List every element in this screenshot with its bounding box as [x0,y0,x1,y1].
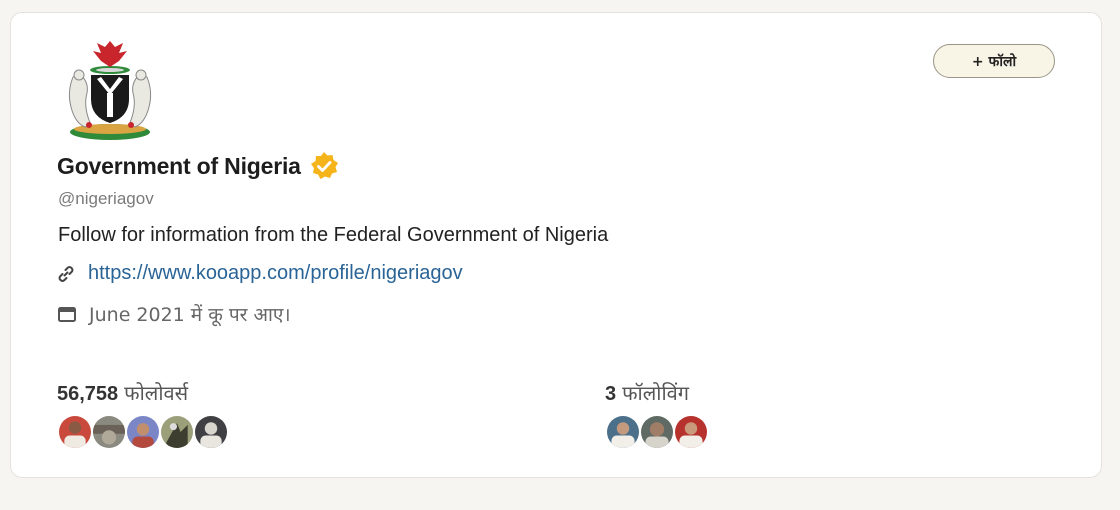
followers-stat[interactable]: 56,758 फोलोवर्स [57,379,188,406]
followers-label: फोलोवर्स [124,381,189,405]
followers-count: 56,758 [57,383,119,405]
follower-avatar[interactable] [125,414,161,450]
follow-button[interactable]: + फॉलो [933,44,1055,78]
following-stat[interactable]: 3 फॉलोविंग [605,379,689,406]
joined-date: June 2021 में कू पर आए। [89,304,291,326]
profile-website-link[interactable]: https://www.kooapp.com/profile/nigeriago… [88,262,463,285]
profile-handle: @nigeriagov [58,189,154,208]
follower-avatar[interactable] [57,414,93,450]
following-avatar[interactable] [639,414,675,450]
profile-card: + फॉलो Government of Nigeria @nigeriagov… [10,12,1102,478]
following-label: फॉलोविंग [622,381,690,405]
follower-avatar[interactable] [91,414,127,450]
following-count: 3 [605,383,617,405]
display-name: Government of Nigeria [57,152,301,179]
profile-link-row: https://www.kooapp.com/profile/nigeriago… [56,262,463,285]
following-avatar[interactable] [605,414,641,450]
coat-of-arms-emblem [68,41,152,140]
following-avatars [605,414,709,450]
calendar-icon [58,307,76,322]
profile-bio: Follow for information from the Federal … [58,224,609,246]
verified-badge-icon [310,152,338,179]
link-icon [58,265,74,282]
profile-name-row: Government of Nigeria [57,151,339,181]
follower-avatar[interactable] [193,414,229,450]
follow-button-label: + फॉलो [971,53,1017,70]
following-avatar[interactable] [673,414,709,450]
followers-avatars [57,414,229,450]
follower-avatar[interactable] [159,414,195,450]
profile-joined-row: June 2021 में कू पर आए। [57,301,291,327]
